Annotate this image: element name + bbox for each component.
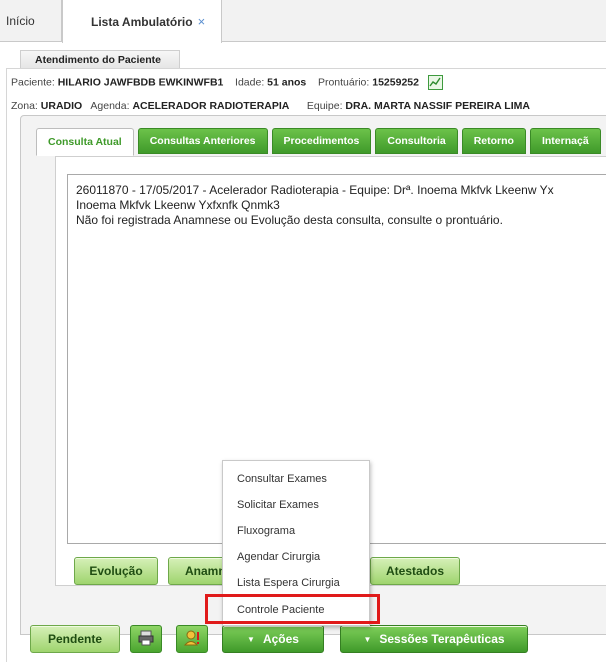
acoes-button[interactable]: ▼ Ações (222, 625, 324, 653)
close-icon[interactable]: × (198, 14, 206, 29)
consulta-line-3: Não foi registrada Anamnese ou Evolução … (76, 213, 503, 227)
consulta-tabstrip: Consulta Atual Consultas Anteriores Proc… (36, 128, 605, 156)
menu-item-fluxograma[interactable]: Fluxograma (237, 525, 295, 537)
patient-line-1: Paciente: HILARIO JAWFBDB EWKINWFB1 Idad… (11, 75, 443, 90)
atestados-label: Atestados (385, 564, 444, 578)
top-tab-bar: Início Lista Ambulatório × (0, 0, 606, 43)
alert-button[interactable] (176, 625, 208, 653)
prontuario-label: Prontuário: (317, 76, 370, 89)
menu-item-lista-espera-cirurgia[interactable]: Lista Espera Cirurgia (237, 577, 340, 589)
pendente-button[interactable]: Pendente (30, 625, 120, 653)
sessoes-terapeuticas-button[interactable]: ▼ Sessões Terapêuticas (340, 625, 528, 653)
tab-consultas-anteriores[interactable]: Consultas Anteriores (137, 128, 268, 154)
tab-inicio-label: Início (6, 14, 35, 28)
alert-user-icon (183, 630, 201, 649)
patient-line-2: Zona: URADIO Agenda: ACELERADOR RADIOTER… (11, 100, 530, 112)
print-button[interactable] (130, 625, 162, 653)
menu-item-solicitar-exames[interactable]: Solicitar Exames (237, 499, 319, 511)
tab-internacao[interactable]: Internaçã (529, 128, 601, 154)
tab-lista-ambulatorio-label: Lista Ambulatório (91, 14, 193, 29)
printer-icon (138, 630, 154, 649)
paciente-value: HILARIO JAWFBDB EWKINWFB1 (57, 76, 224, 89)
tab-lista-ambulatorio[interactable]: Lista Ambulatório × (62, 0, 222, 43)
zona-value: URADIO (40, 100, 83, 112)
chevron-down-icon: ▼ (363, 634, 372, 644)
equipe-label: Equipe: (306, 100, 343, 112)
chevron-down-icon: ▼ (247, 634, 255, 644)
paciente-label: Paciente: (11, 76, 55, 89)
tab-label: Consulta Atual (48, 136, 122, 148)
menu-item-consultar-exames[interactable]: Consultar Exames (237, 473, 327, 485)
atestados-button[interactable]: Atestados (370, 557, 460, 585)
tab-retorno[interactable]: Retorno (461, 128, 526, 154)
menu-item-agendar-cirurgia[interactable]: Agendar Cirurgia (237, 551, 320, 563)
consulta-line-2: Inoema Mkfvk Lkeenw Yxfxnfk Qnmk3 (76, 198, 280, 212)
zona-label: Zona: (11, 100, 38, 112)
idade-value: 51 anos (267, 76, 307, 89)
agenda-value: ACELERADOR RADIOTERAPIA (132, 100, 290, 112)
evolucao-label: Evolução (89, 564, 143, 578)
prontuario-value: 15259252 (372, 76, 419, 89)
consulta-line-1: 26011870 - 17/05/2017 - Acelerador Radio… (76, 183, 554, 197)
equipe-value: DRA. MARTA NASSIF PEREIRA LIMA (345, 100, 530, 112)
evolucao-button[interactable]: Evolução (74, 557, 158, 585)
idade-label: Idade: (235, 76, 265, 89)
section-title: Atendimento do Paciente (20, 50, 180, 68)
tab-label: Procedimentos (283, 135, 360, 147)
tab-consulta-atual[interactable]: Consulta Atual (36, 128, 134, 156)
tab-label: Consultas Anteriores (149, 135, 256, 147)
chart-icon[interactable] (427, 75, 443, 90)
acoes-label: Ações (262, 632, 299, 646)
tab-inicio[interactable]: Início (0, 0, 62, 42)
agenda-label: Agenda: (90, 100, 130, 112)
tab-consultoria[interactable]: Consultoria (375, 128, 458, 154)
tab-label: Internaçã (541, 135, 589, 147)
pendente-label: Pendente (47, 632, 102, 646)
tab-procedimentos[interactable]: Procedimentos (271, 128, 372, 154)
tab-label: Retorno (473, 135, 514, 147)
highlight-box (205, 594, 380, 624)
sessoes-label: Sessões Terapêuticas (379, 632, 505, 646)
tab-label: Consultoria (387, 135, 446, 147)
